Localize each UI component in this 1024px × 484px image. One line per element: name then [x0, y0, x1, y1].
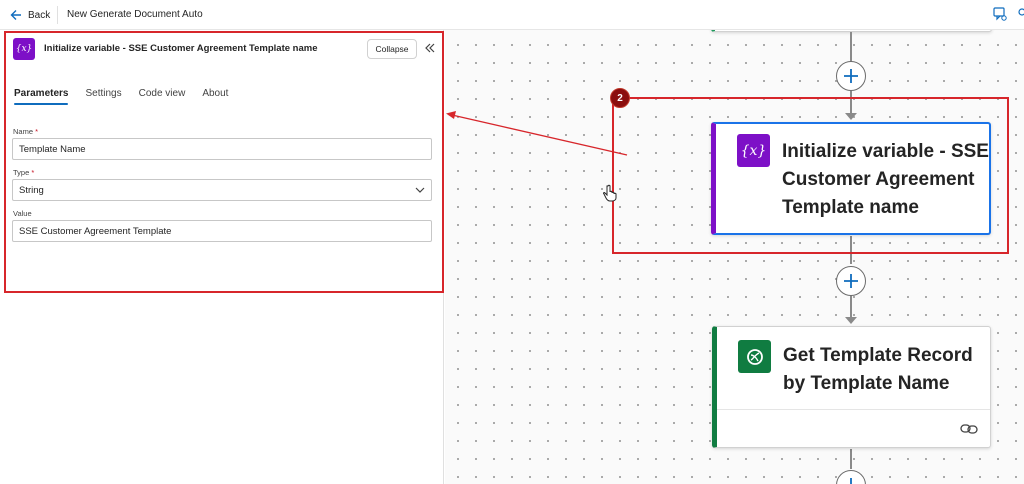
step-number-badge: 2 [610, 88, 630, 108]
card-title: Initialize variable - SSE Customer Agree… [782, 141, 989, 218]
name-input-value: Template Name [19, 143, 86, 155]
panel-title: Initialize variable - SSE Customer Agree… [44, 43, 318, 54]
hand-cursor-icon [603, 184, 617, 202]
double-chevron-left-icon[interactable] [424, 41, 436, 55]
connector-line [850, 449, 852, 469]
type-label-text: Type [13, 168, 30, 177]
add-step-button[interactable] [836, 61, 866, 91]
type-label: Type * [13, 168, 34, 177]
name-input[interactable]: Template Name [12, 138, 432, 160]
action-details-panel: {x} Initialize variable - SSE Customer A… [0, 30, 444, 484]
initialize-variable-card[interactable]: {x} Initialize variable - SSE Customer A… [711, 122, 991, 235]
divider [717, 409, 990, 410]
connector-arrow [845, 317, 857, 324]
tab-about[interactable]: About [202, 88, 228, 105]
panel-tabs: Parameters Settings Code view About [14, 88, 245, 105]
connector-line [850, 32, 852, 62]
back-button[interactable]: Back [10, 6, 50, 24]
variable-icon: {x} [737, 134, 770, 167]
connector-arrow [845, 113, 857, 120]
flow-title: New Generate Document Auto [67, 9, 203, 20]
plus-icon [844, 274, 858, 288]
type-dropdown-value: String [19, 184, 44, 196]
add-step-button[interactable] [836, 266, 866, 296]
chevron-down-icon [415, 187, 425, 193]
plus-icon [850, 478, 852, 484]
tab-code-view[interactable]: Code view [139, 88, 186, 105]
required-marker: * [35, 127, 39, 136]
top-bar: Back New Generate Document Auto [0, 0, 1024, 30]
required-marker: * [31, 168, 35, 177]
value-input-value: SSE Customer Agreement Template [19, 225, 172, 237]
more-icon[interactable] [1016, 6, 1024, 22]
type-dropdown[interactable]: String [12, 179, 432, 201]
tab-settings[interactable]: Settings [85, 88, 121, 105]
divider [57, 6, 58, 24]
card-title: Get Template Record by Template Name [783, 345, 973, 394]
connector-line [850, 236, 852, 264]
variable-icon: {x} [13, 38, 35, 60]
connector-line [850, 296, 852, 318]
arrow-left-icon [10, 10, 21, 20]
plus-icon [844, 69, 858, 83]
tab-parameters[interactable]: Parameters [14, 88, 69, 105]
name-label-text: Name [13, 127, 34, 136]
collapse-button[interactable]: Collapse [367, 39, 417, 59]
name-label: Name * [13, 127, 38, 136]
value-input[interactable]: SSE Customer Agreement Template [12, 220, 432, 242]
back-label: Back [28, 9, 51, 21]
dataverse-icon [738, 340, 771, 373]
get-template-record-card[interactable]: Get Template Record by Template Name [712, 326, 991, 448]
link-icon [960, 424, 978, 434]
value-label: Value [13, 209, 32, 218]
feedback-icon[interactable] [992, 6, 1008, 22]
connector-line [850, 91, 852, 114]
